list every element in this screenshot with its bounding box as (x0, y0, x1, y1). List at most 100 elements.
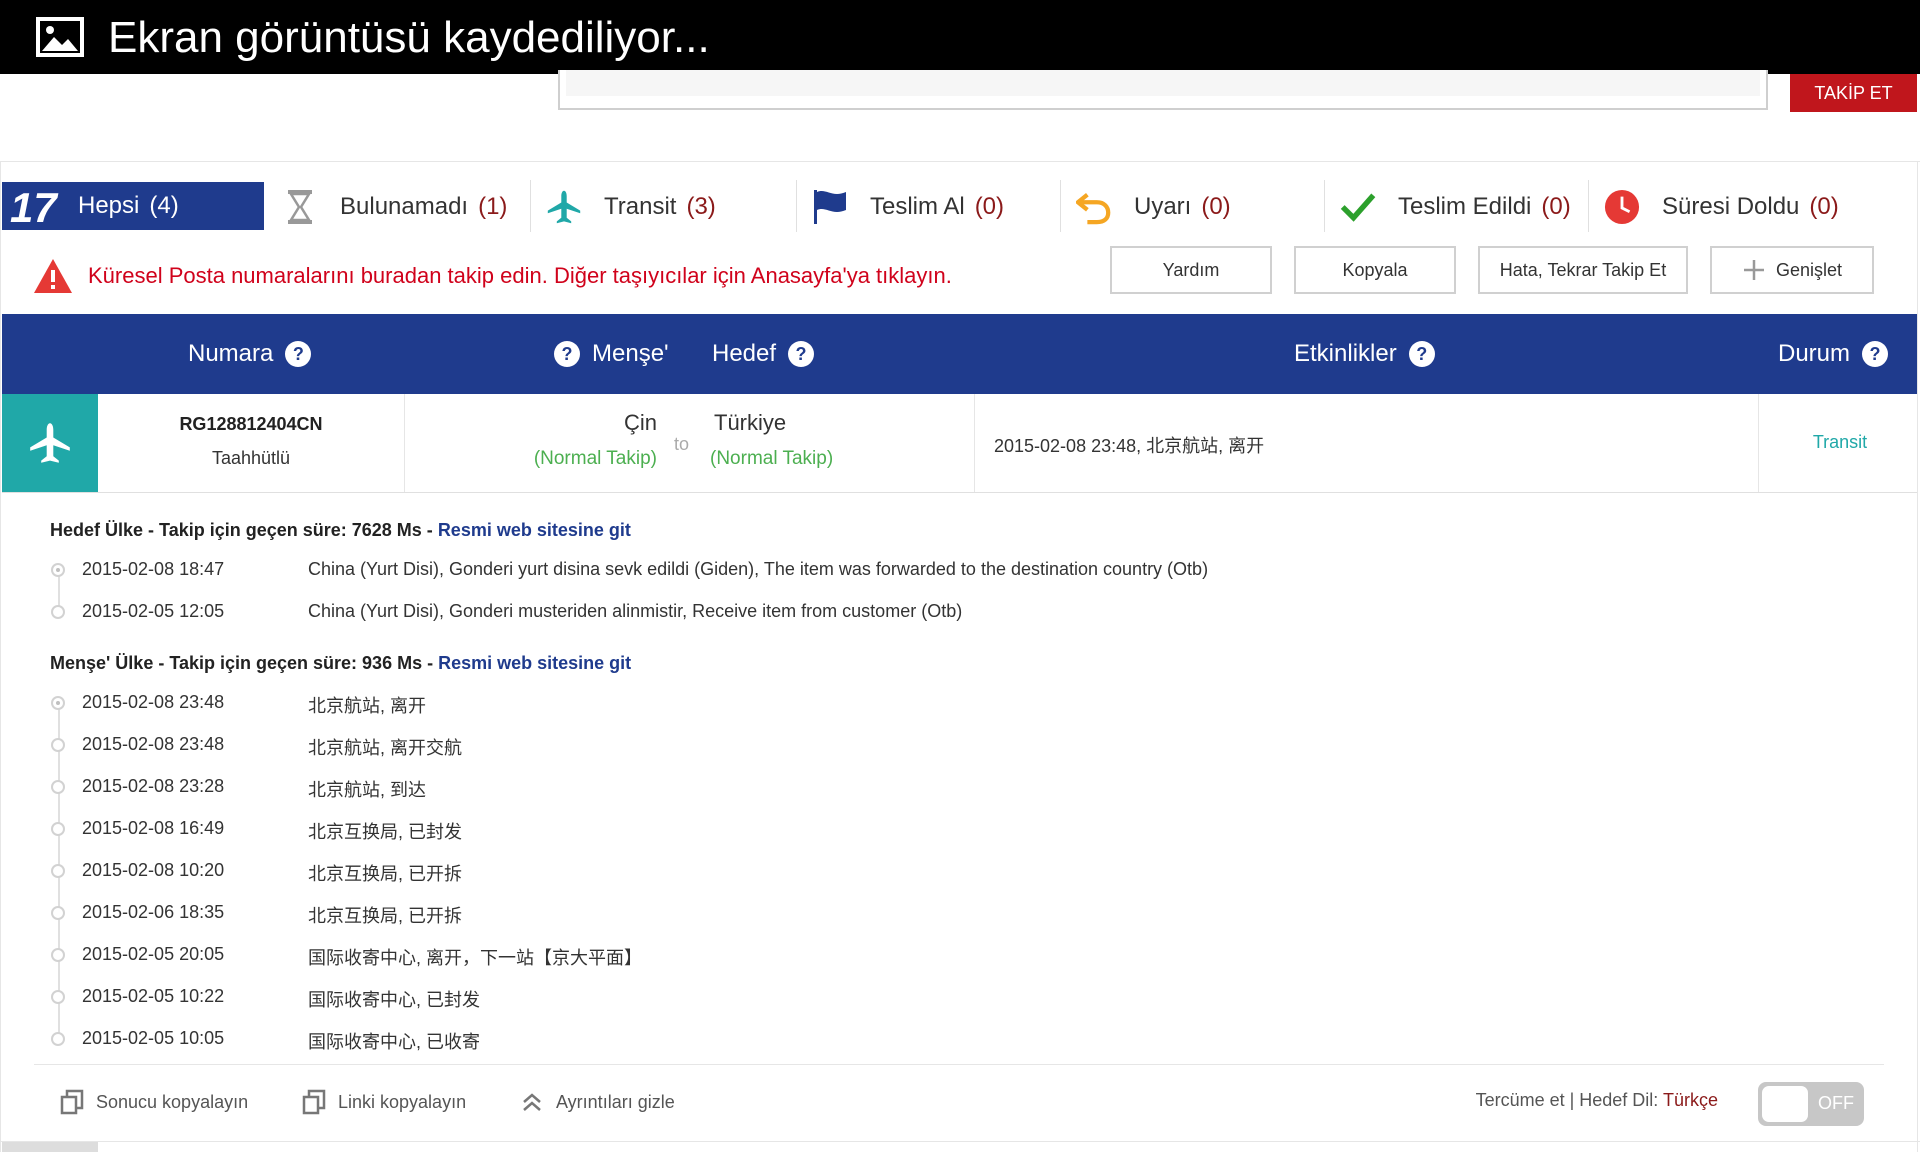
origin-section-title: Menşe' Ülke - Takip için geçen süre: 936… (50, 653, 631, 674)
next-row-border (0, 1141, 1920, 1142)
copy-icon (302, 1089, 326, 1115)
seventeen-track-logo: 17 (10, 186, 58, 226)
tab-separator (530, 180, 531, 232)
result-row[interactable]: RG128812404CN Taahhütlü Çin (Normal Taki… (2, 394, 1917, 493)
section-title-text: Menşe' Ülke - Takip için geçen süre: 936… (50, 653, 439, 673)
timeline-dot (51, 738, 65, 752)
event-date: 2015-02-08 23:48 (82, 692, 225, 712)
clock-icon (1604, 189, 1640, 225)
help-icon[interactable]: ? (554, 341, 580, 367)
event-desc: 北京航站, 离开交航 (308, 738, 463, 758)
section-title-text: Hedef Ülke - Takip için geçen süre: 7628… (50, 520, 438, 540)
header-status: Durum ? (1778, 314, 1889, 394)
warning-text[interactable]: Küresel Posta numaralarını buradan takip… (88, 263, 952, 289)
tracking-input-field[interactable] (566, 70, 1760, 96)
return-arrow-icon (1076, 189, 1112, 225)
header-origin-label: Menşe' (592, 340, 669, 367)
timeline-dot (51, 605, 65, 619)
official-site-link[interactable]: Resmi web sitesine git (438, 520, 631, 540)
tab-count: (1) (478, 193, 508, 220)
notification-bar: Ekran görüntüsü kaydediliyor... (0, 0, 1920, 74)
event-date: 2015-02-06 18:35 (82, 902, 225, 922)
status-badge: Transit (1812, 432, 1868, 452)
tab-label: Teslim Al (870, 193, 965, 220)
tab-alert[interactable]: Uyarı (0) (1076, 182, 1231, 232)
hourglass-icon (282, 189, 318, 225)
event-desc: 国际收寄中心, 离开，下一站【京大平面】 (308, 948, 643, 968)
hide-details-label: Ayrıntıları gizle (556, 1091, 675, 1112)
event-desc: 北京航站, 到达 (308, 780, 427, 800)
to-label: to (674, 434, 690, 454)
origin-mode: (Normal Takip) (533, 448, 657, 469)
expand-button[interactable]: Genişlet (1710, 246, 1874, 294)
help-icon[interactable]: ? (285, 341, 312, 367)
tracking-number[interactable]: RG128812404CN (98, 414, 404, 435)
official-site-link[interactable]: Resmi web sitesine git (438, 653, 631, 673)
destination-mode: (Normal Takip) (710, 448, 834, 469)
tab-separator (1060, 180, 1061, 232)
event-date: 2015-02-08 18:47 (82, 559, 225, 579)
event-desc: 国际收寄中心, 已封发 (308, 990, 481, 1010)
flag-icon (812, 189, 848, 225)
event-date: 2015-02-05 12:05 (82, 601, 225, 621)
tab-label: Teslim Edildi (1398, 193, 1532, 220)
copy-link-label: Linki kopyalayın (338, 1091, 467, 1112)
event-desc: 北京互换局, 已开拆 (308, 864, 463, 884)
event-date: 2015-02-05 10:22 (82, 986, 225, 1006)
destination-section-title: Hedef Ülke - Takip için geçen süre: 7628… (50, 520, 631, 541)
notification-title: Ekran görüntüsü kaydediliyor... (108, 13, 710, 62)
header-origin: ? Menşe' (554, 314, 669, 394)
warning-message: Küresel Posta numaralarını buradan takip… (32, 256, 952, 296)
event-date: 2015-02-08 10:20 (82, 860, 225, 880)
tab-all[interactable]: 17 Hepsi (4) (2, 182, 264, 230)
panel-border (0, 161, 1920, 162)
help-icon[interactable]: ? (1862, 341, 1889, 367)
tab-separator (796, 180, 797, 232)
footer-divider (34, 1064, 1884, 1065)
event-desc: 国际收寄中心, 已收寄 (308, 1032, 481, 1052)
tab-count: (0) (1809, 193, 1839, 220)
tab-expired[interactable]: Süresi Doldu (0) (1604, 182, 1839, 232)
toggle-knob (1762, 1086, 1808, 1122)
tracking-input[interactable] (558, 70, 1768, 110)
tab-label: Bulunamadı (340, 193, 469, 220)
latest-event: 2015-02-08 23:48, 北京航站, 离开 (994, 436, 1265, 456)
event-desc: China (Yurt Disi), Gonderi musteriden al… (308, 601, 963, 621)
hide-details-button[interactable]: Ayrıntıları gizle (520, 1086, 675, 1118)
tab-transit[interactable]: Transit (3) (546, 182, 716, 232)
event-desc: 北京互换局, 已开拆 (308, 906, 463, 926)
tab-label: Süresi Doldu (1662, 193, 1800, 220)
tab-delivered[interactable]: Teslim Edildi (0) (1340, 182, 1571, 232)
header-status-label: Durum (1778, 340, 1851, 367)
copy-result-button[interactable]: Sonucu kopyalayın (60, 1086, 248, 1118)
timeline-dot (51, 696, 65, 710)
timeline-dot (51, 563, 65, 577)
tab-label: Uyarı (1134, 193, 1192, 220)
copy-link-button[interactable]: Linki kopyalayın (302, 1086, 466, 1118)
tab-label: Hepsi (78, 192, 140, 219)
tab-pickup[interactable]: Teslim Al (0) (812, 182, 1004, 232)
airplane-icon (546, 189, 582, 225)
target-language[interactable]: Türkçe (1663, 1090, 1718, 1110)
tab-count: (3) (686, 193, 716, 220)
event-desc: 北京互换局, 已封发 (308, 822, 463, 842)
tab-label: Transit (604, 193, 677, 220)
retry-button[interactable]: Hata, Tekrar Takip Et (1478, 246, 1688, 294)
tab-not-found[interactable]: Bulunamadı (1) (282, 182, 507, 232)
help-icon[interactable]: ? (788, 341, 815, 367)
help-button[interactable]: Yardım (1110, 246, 1272, 294)
help-icon[interactable]: ? (1408, 341, 1435, 367)
column-separator (974, 394, 975, 492)
header-destination-label: Hedef (712, 340, 777, 367)
expand-label: Genişlet (1775, 259, 1843, 280)
copy-result-label: Sonucu kopyalayın (96, 1091, 249, 1112)
copy-button[interactable]: Kopyala (1294, 246, 1456, 294)
header-number-label: Numara (188, 340, 274, 367)
translate-setting: Tercüme et | Hedef Dil: Türkçe (1476, 1090, 1718, 1111)
svg-text:17: 17 (10, 186, 58, 226)
follow-button[interactable]: TAKİP ET (1790, 74, 1917, 112)
event-desc: China (Yurt Disi), Gonderi yurt disina s… (308, 559, 1209, 579)
timeline-dot (51, 990, 65, 1004)
event-date: 2015-02-05 20:05 (82, 944, 225, 964)
translate-toggle[interactable]: OFF (1758, 1082, 1864, 1126)
